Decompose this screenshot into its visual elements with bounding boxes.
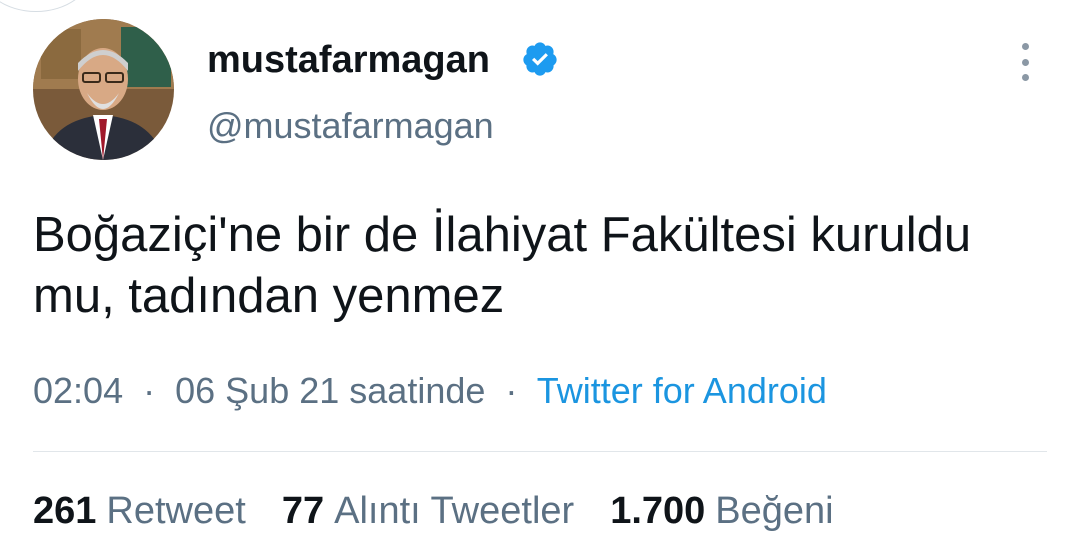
- retweets-count: 261: [33, 490, 97, 532]
- quotes-stat[interactable]: 77 Alıntı Tweetler: [282, 488, 574, 534]
- tweet-meta: 02:04 · 06 Şub 21 saatinde · Twitter for…: [33, 368, 827, 414]
- verified-badge-icon: [523, 42, 557, 76]
- likes-count: 1.700: [610, 490, 706, 532]
- retweets-label: Retweet: [106, 490, 246, 532]
- engagement-stats: 261 Retweet 77 Alıntı Tweetler 1.700 Beğeni: [33, 488, 870, 534]
- divider: [33, 451, 1047, 452]
- more-dot: [1021, 58, 1029, 66]
- top-left-decoration: [0, 0, 92, 12]
- tweet-date: 06 Şub 21 saatinde: [175, 370, 486, 411]
- display-name[interactable]: mustafarmagan: [207, 38, 490, 82]
- meta-separator: ·: [505, 370, 518, 411]
- tweet-time: 02:04: [33, 370, 124, 411]
- likes-stat[interactable]: 1.700 Beğeni: [610, 488, 833, 534]
- tweet-text: Boğaziçi'ne bir de İlahiyat Fakültesi ku…: [33, 208, 972, 323]
- quotes-count: 77: [281, 490, 325, 532]
- meta-separator: ·: [143, 370, 156, 411]
- tweet-source-link[interactable]: Twitter for Android: [537, 370, 827, 411]
- retweets-stat[interactable]: 261 Retweet: [33, 488, 246, 534]
- quotes-label: Alıntı Tweetler: [334, 490, 575, 532]
- more-dot: [1021, 43, 1029, 50]
- likes-label: Beğeni: [715, 490, 834, 532]
- avatar[interactable]: [33, 19, 174, 160]
- user-handle[interactable]: @mustafarmagan: [207, 105, 494, 147]
- more-dot: [1021, 74, 1029, 81]
- more-options-icon[interactable]: [1010, 40, 1040, 84]
- avatar-image: [33, 19, 174, 160]
